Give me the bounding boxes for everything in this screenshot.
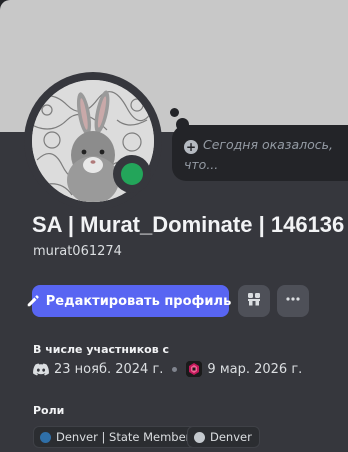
role-name: Denver (210, 430, 252, 444)
profile-note[interactable]: + Сегодня оказалось, что... (172, 125, 348, 181)
note-bubble-small (170, 108, 179, 117)
role-pill[interactable]: Denver (187, 426, 260, 448)
more-horizontal-icon (285, 291, 301, 311)
profile-card: + Сегодня оказалось, что... SA | Murat_Do… (0, 0, 348, 452)
pencil-icon (26, 294, 40, 308)
member-since-label: В числе участников с (33, 343, 170, 356)
server-icon (186, 361, 203, 377)
role-pill[interactable]: Denver | State Member (33, 426, 199, 448)
server-member-since: 9 мар. 2026 г. (207, 361, 303, 377)
discord-icon (33, 363, 49, 376)
online-status-indicator (121, 163, 143, 185)
roles-label: Роли (33, 404, 65, 417)
nitro-shop-button[interactable] (238, 285, 270, 317)
member-since-row: 23 нояб. 2024 г. 9 мар. 2026 г. (33, 361, 302, 377)
plus-circle-icon: + (184, 140, 198, 154)
role-name: Denver | State Member (56, 430, 191, 444)
username[interactable]: murat061274 (33, 244, 122, 259)
note-placeholder: Сегодня оказалось, что... (184, 137, 333, 172)
role-color-dot (194, 431, 205, 443)
edit-profile-button[interactable]: Редактировать профиль (27, 285, 232, 317)
discord-member-since: 23 нояб. 2024 г. (54, 361, 164, 377)
role-color-dot (40, 431, 51, 443)
edit-profile-label: Редактировать профиль (45, 293, 232, 309)
more-options-button[interactable] (277, 285, 309, 317)
display-name: SA | Murat_Dominate | 146136 (32, 212, 345, 237)
nitro-shop-icon (246, 291, 262, 311)
separator-dot (172, 366, 178, 372)
